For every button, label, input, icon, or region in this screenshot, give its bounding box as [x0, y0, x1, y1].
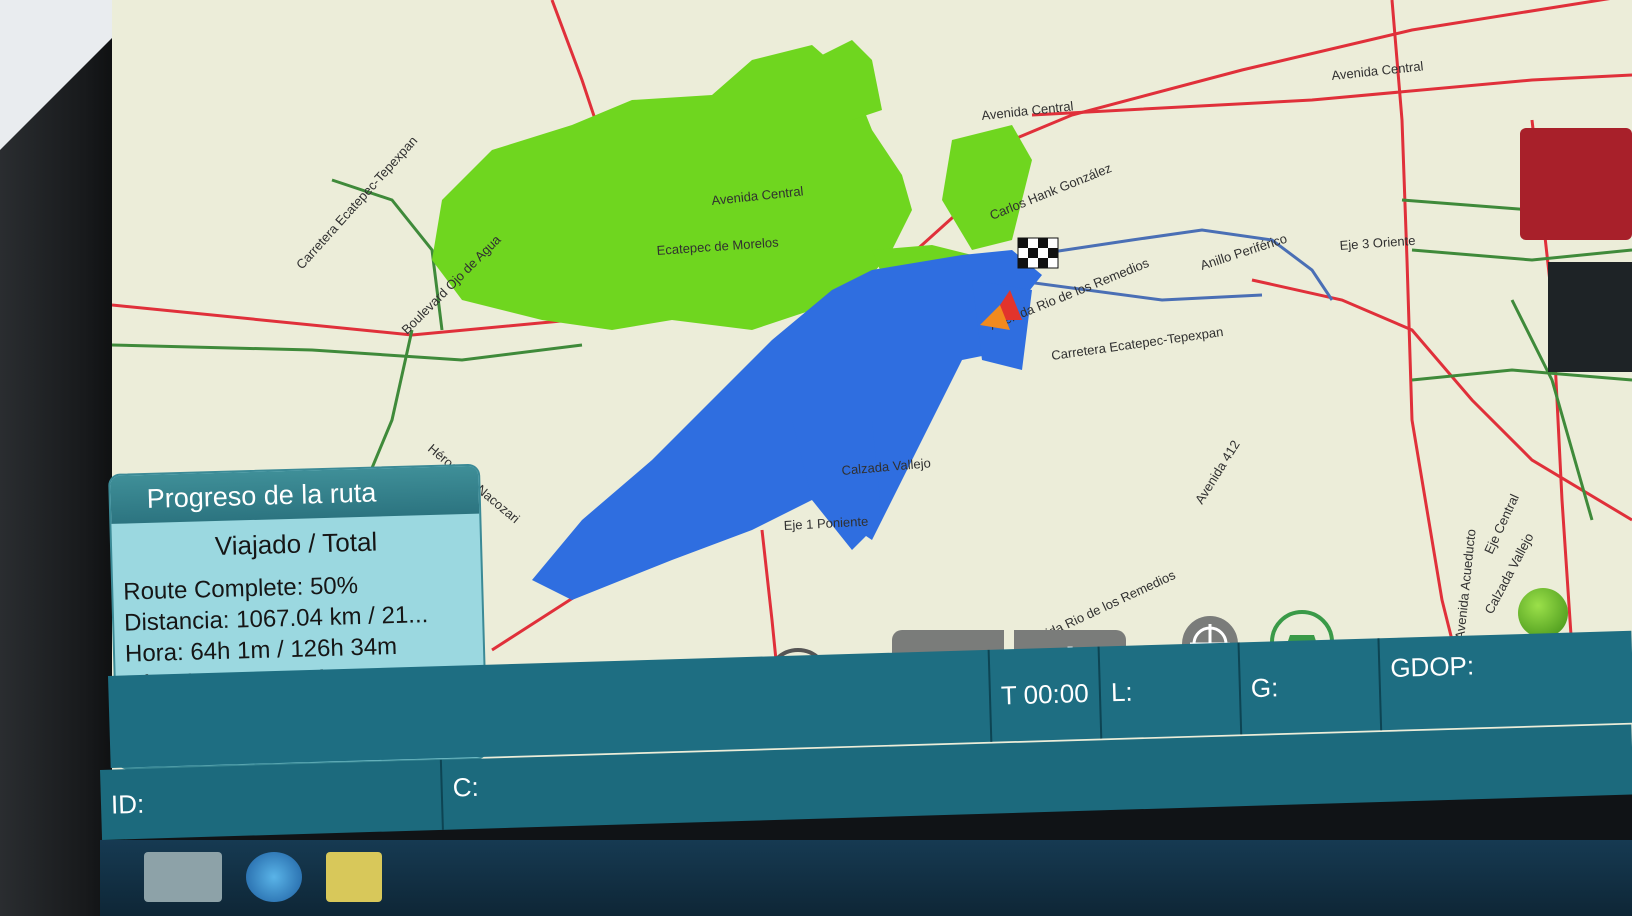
street-label: Eje 3 Oriente	[1339, 233, 1416, 253]
device-screen: Carretera Ecatepec-Tepexpan Avenida Centr…	[0, 0, 1632, 916]
id-cell: ID:	[110, 788, 145, 820]
folder-icon[interactable]	[326, 852, 382, 902]
street-label: Carretera Ecatepec-Tepexpan	[293, 133, 420, 272]
time-cell: T 00:00	[987, 646, 1101, 742]
l-cell: L:	[1097, 642, 1241, 739]
window-thumbnail-icon[interactable]	[144, 852, 222, 902]
up-arrow-icon[interactable]	[1518, 588, 1568, 638]
street-label: Avenida 412	[1192, 438, 1243, 507]
street-label: Avenida Central	[1331, 58, 1424, 83]
stop-button[interactable]	[1520, 128, 1632, 240]
g-cell: G:	[1237, 638, 1381, 735]
taskbar	[100, 840, 1632, 916]
gdop-cell: GDOP:	[1377, 630, 1632, 731]
browser-icon[interactable]	[246, 852, 302, 902]
panel-subtitle: Viajado / Total	[214, 526, 378, 562]
street-label: Carretera Ecatepec-Tepexpan	[1050, 324, 1224, 363]
street-label: Avenida Acueducto	[1452, 528, 1479, 640]
checkered-flag-icon	[1017, 237, 1059, 269]
side-panel	[1548, 262, 1632, 372]
